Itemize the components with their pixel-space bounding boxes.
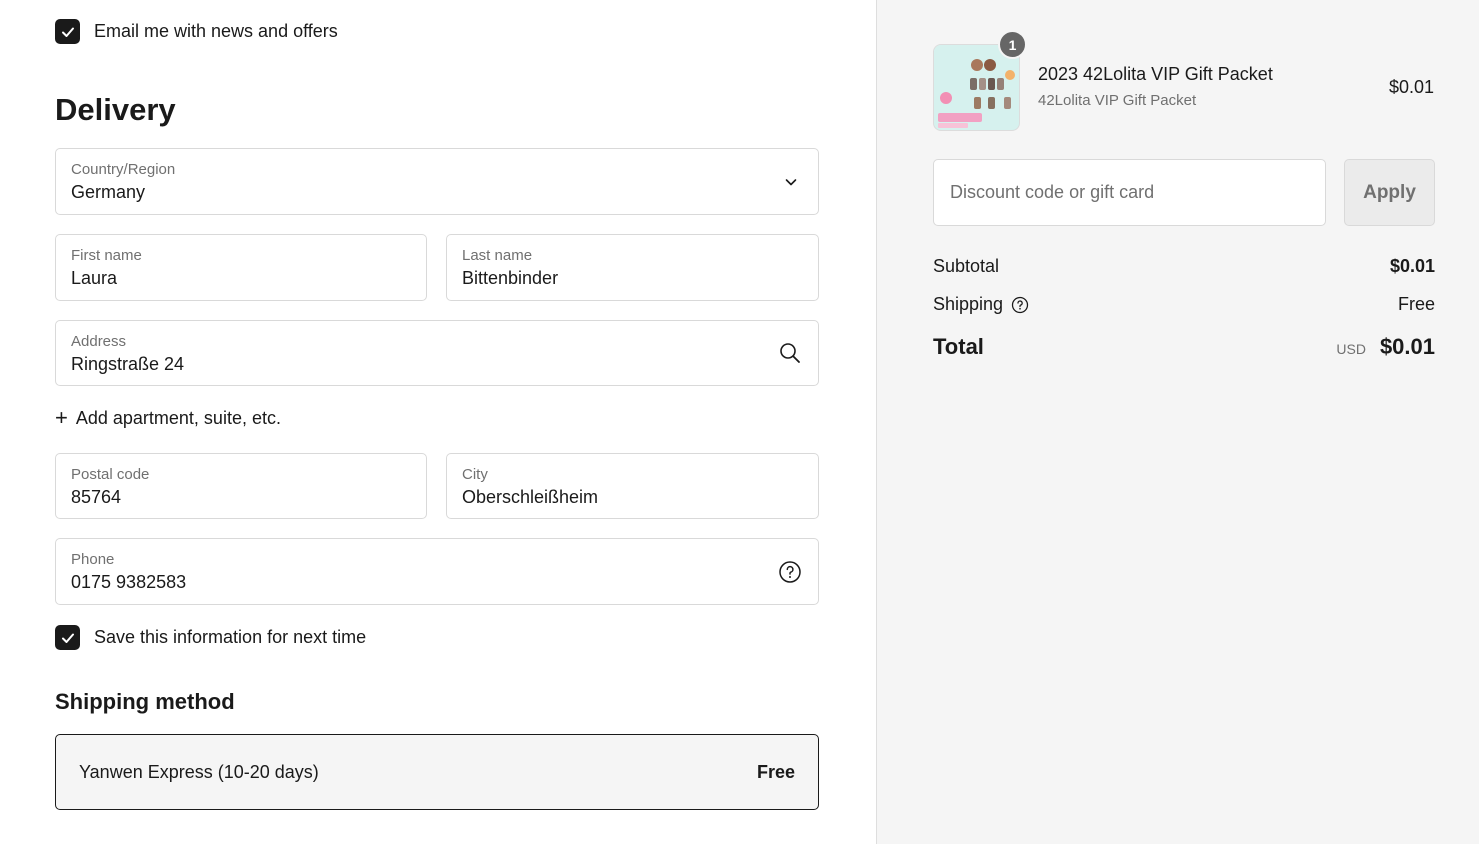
total-amount: USD $0.01 <box>1336 334 1435 360</box>
apply-discount-button[interactable]: Apply <box>1344 159 1435 226</box>
save-info-checkbox-row[interactable]: Save this information for next time <box>55 625 366 650</box>
product-variant: 42Lolita VIP Gift Packet <box>1038 92 1197 109</box>
first-name-field[interactable]: First name Laura <box>55 234 427 301</box>
help-icon[interactable] <box>778 560 802 584</box>
phone-field[interactable]: Phone 0175 9382583 <box>55 538 819 605</box>
subtotal-row: Subtotal $0.01 <box>933 256 1435 277</box>
checkout-main: Email me with news and offers Delivery C… <box>0 0 876 844</box>
chevron-down-icon <box>784 175 798 189</box>
email-offers-label: Email me with news and offers <box>94 21 338 41</box>
last-name-field[interactable]: Last name Bittenbinder <box>446 234 819 301</box>
city-value: Oberschleißheim <box>462 487 599 507</box>
shipping-help-icon[interactable] <box>1011 296 1029 314</box>
country-select[interactable]: Country/Region Germany <box>55 148 819 215</box>
add-apartment-label: Add apartment, suite, etc. <box>75 407 281 428</box>
search-icon[interactable] <box>778 341 802 365</box>
postal-code-label: Postal code <box>71 466 150 483</box>
postal-code-field[interactable]: Postal code 85764 <box>55 453 427 519</box>
product-title: 2023 42Lolita VIP Gift Packet <box>1038 64 1273 84</box>
checkmark-icon <box>61 27 74 37</box>
city-field[interactable]: City Oberschleißheim <box>446 453 819 519</box>
last-name-value: Bittenbinder <box>462 268 559 288</box>
country-label: Country/Region <box>71 161 176 178</box>
plus-icon: + <box>55 405 68 430</box>
first-name-label: First name <box>71 247 142 264</box>
shipping-value: Free <box>1397 294 1435 314</box>
discount-code-input[interactable] <box>933 159 1326 226</box>
phone-label: Phone <box>71 551 115 568</box>
address-label: Address <box>71 333 127 350</box>
shipping-option-name: Yanwen Express (10-20 days) <box>79 761 319 782</box>
total-label: Total <box>933 334 984 359</box>
shipping-option-price: Free <box>756 761 795 782</box>
last-name-label: Last name <box>462 247 533 264</box>
shipping-row: Shipping Free <box>933 294 1435 315</box>
address-field[interactable]: Address Ringstraße 24 <box>55 320 819 386</box>
quantity-badge: 1 <box>998 30 1027 59</box>
subtotal-value: $0.01 <box>1389 256 1435 276</box>
phone-value: 0175 9382583 <box>71 572 187 592</box>
first-name-value: Laura <box>71 268 118 288</box>
add-apartment-link[interactable]: + Add apartment, suite, etc. <box>55 407 281 429</box>
delivery-heading: Delivery <box>55 92 176 127</box>
email-offers-checkbox-row[interactable]: Email me with news and offers <box>55 19 338 44</box>
postal-code-value: 85764 <box>71 487 122 507</box>
subtotal-label: Subtotal <box>933 256 1000 276</box>
save-info-label: Save this information for next time <box>94 627 367 647</box>
shipping-label-group: Shipping <box>933 294 1029 315</box>
country-value: Germany <box>71 182 146 202</box>
save-info-checkbox[interactable] <box>55 625 80 650</box>
total-currency: USD <box>1336 341 1366 357</box>
product-price: $0.01 <box>1388 77 1434 97</box>
email-offers-checkbox[interactable] <box>55 19 80 44</box>
total-row: Total USD $0.01 <box>933 334 1435 360</box>
checkmark-icon <box>61 633 74 643</box>
shipping-method-heading: Shipping method <box>55 689 235 714</box>
shipping-option[interactable]: Yanwen Express (10-20 days) Free <box>55 734 819 810</box>
total-value: $0.01 <box>1379 334 1435 359</box>
address-value: Ringstraße 24 <box>71 354 185 374</box>
shipping-label: Shipping <box>933 294 1004 314</box>
city-label: City <box>462 466 488 483</box>
